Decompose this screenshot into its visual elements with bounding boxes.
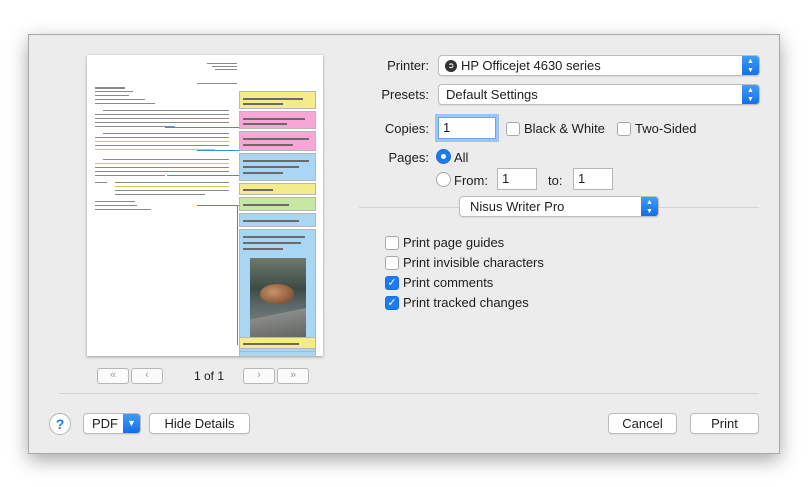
print-dialog: « ‹ 1 of 1 › » Printer: ➲ HP Officejet 4… — [28, 34, 780, 454]
printer-popup[interactable]: ➲ HP Officejet 4630 series ▲ ▼ — [438, 55, 760, 76]
black-white-label: Black & White — [524, 121, 605, 136]
presets-label: Presets: — [381, 87, 429, 102]
two-sided-label: Two-Sided — [635, 121, 697, 136]
printer-status-icon: ➲ — [445, 60, 457, 72]
section-value: Nisus Writer Pro — [470, 199, 565, 214]
next-page-button[interactable]: › — [243, 368, 275, 384]
comment-box — [239, 337, 316, 349]
comment-box — [239, 111, 316, 129]
page-preview — [87, 55, 323, 356]
pdf-menu-button[interactable]: PDF ▼ — [83, 413, 141, 434]
embedded-photo — [250, 258, 306, 346]
two-sided-checkbox[interactable] — [617, 122, 631, 136]
print-tracked-changes-checkbox[interactable]: ✓ — [385, 296, 399, 310]
print-comments-label: Print comments — [403, 275, 494, 290]
section-popup[interactable]: Nisus Writer Pro ▲ ▼ — [459, 196, 659, 217]
page-indicator: 1 of 1 — [193, 369, 225, 383]
pages-to-label: to: — [548, 173, 563, 188]
last-page-button[interactable]: » — [277, 368, 309, 384]
comment-box — [239, 351, 316, 356]
comment-box — [239, 91, 316, 109]
presets-value: Default Settings — [446, 87, 538, 102]
pages-label: Pages: — [388, 150, 429, 165]
pages-from-label: From: — [454, 173, 488, 188]
comment-box — [239, 197, 316, 211]
help-icon[interactable]: ? — [49, 413, 71, 435]
pages-all-label: All — [454, 150, 469, 165]
print-page-guides-label: Print page guides — [403, 235, 505, 250]
hide-details-button[interactable]: Hide Details — [149, 413, 250, 434]
footer-divider — [59, 393, 759, 394]
chevron-updown-icon: ▲ ▼ — [742, 56, 759, 75]
printer-value: HP Officejet 4630 series — [461, 58, 601, 73]
pages-from-radio[interactable] — [436, 172, 451, 187]
pages-from-field[interactable]: 1 — [497, 168, 537, 190]
previous-page-button[interactable]: ‹ — [131, 368, 163, 384]
copies-field[interactable]: 1 — [438, 117, 496, 139]
comment-box — [239, 213, 316, 227]
comment-box — [239, 131, 316, 151]
chevron-updown-icon: ▲ ▼ — [641, 197, 658, 216]
print-invisible-characters-label: Print invisible characters — [403, 255, 544, 270]
comments-margin — [239, 91, 316, 356]
print-comments-checkbox[interactable]: ✓ — [385, 276, 399, 290]
pages-all-radio[interactable] — [436, 149, 451, 164]
black-white-checkbox[interactable] — [506, 122, 520, 136]
chevron-updown-icon: ▲ ▼ — [742, 85, 759, 104]
print-tracked-changes-label: Print tracked changes — [403, 295, 529, 310]
presets-popup[interactable]: Default Settings ▲ ▼ — [438, 84, 760, 105]
print-button[interactable]: Print — [690, 413, 759, 434]
pages-to-field[interactable]: 1 — [573, 168, 613, 190]
print-page-guides-checkbox[interactable] — [385, 236, 399, 250]
chevron-down-icon: ▼ — [123, 414, 140, 433]
print-invisible-characters-checkbox[interactable] — [385, 256, 399, 270]
pdf-label: PDF — [92, 416, 118, 431]
cancel-button[interactable]: Cancel — [608, 413, 677, 434]
comment-box — [239, 183, 316, 195]
first-page-button[interactable]: « — [97, 368, 129, 384]
copies-label: Copies: — [384, 121, 429, 136]
comment-box — [239, 153, 316, 181]
printer-label: Printer: — [387, 58, 429, 73]
